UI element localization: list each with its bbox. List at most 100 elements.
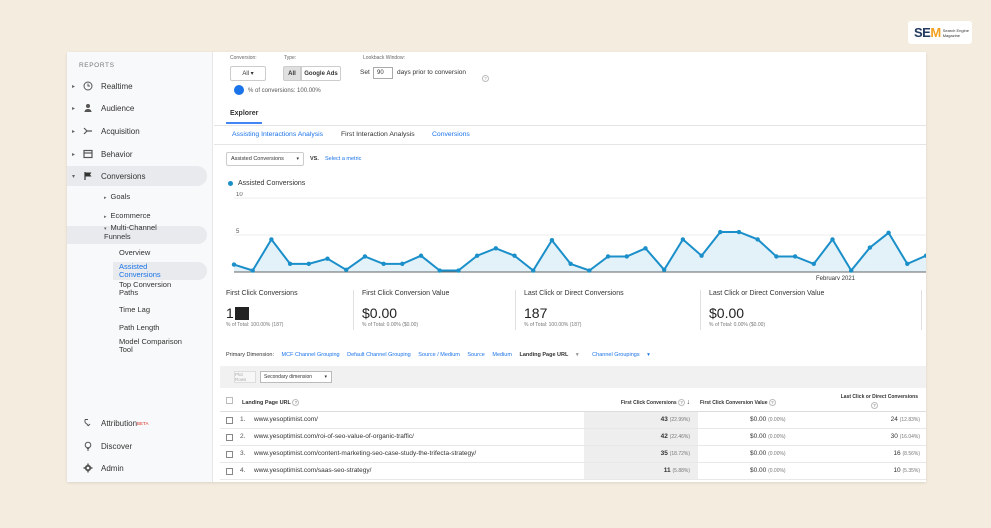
sidebar-sub-ecommerce[interactable]: ▸ Ecommerce xyxy=(104,211,151,220)
chart-svg: 10 5 February 2021 xyxy=(231,192,926,280)
data-point xyxy=(848,268,854,273)
table-row[interactable]: 2. www.yesoptimist.com/roi-of-seo-value-o… xyxy=(220,429,926,446)
sidebar-leaf-assisted[interactable]: Assisted Conversions xyxy=(119,263,187,279)
caret-down-icon: ▾ xyxy=(575,352,579,358)
sidebar-item-label: Conversions xyxy=(101,171,146,181)
select-all-checkbox[interactable] xyxy=(226,397,233,404)
row-first-value-pct: (0.00%) xyxy=(768,468,786,474)
header-first-click-value[interactable]: First Click Conversion Value ? xyxy=(700,399,776,406)
brand-tagline-2: Magazine xyxy=(942,32,961,38)
header-label: First Click Conversions xyxy=(620,400,677,406)
y-tick-label: 10 xyxy=(236,192,243,198)
type-google-ads-button[interactable]: Google Ads xyxy=(301,66,341,81)
channel-groupings-label: Channel Groupings xyxy=(592,352,640,358)
caret-down-icon: ▾ xyxy=(72,173,76,180)
scorecard-last-click-value[interactable]: Last Click or Direct Conversion Value $0… xyxy=(709,290,824,334)
sidebar-leaf-path-length[interactable]: Path Length xyxy=(119,324,159,332)
lookback-days-input[interactable]: 90 xyxy=(373,67,393,79)
sidebar-leaf-top-paths[interactable]: Top Conversion Paths xyxy=(119,281,189,297)
row-first-click-pct: (18.72%) xyxy=(669,451,690,457)
sidebar-item-conversions[interactable]: ▾ Conversions xyxy=(67,166,207,186)
header-last-click[interactable]: Last Click or Direct Conversions? xyxy=(808,393,924,411)
metric-dropdown[interactable]: Assisted Conversions ▾ xyxy=(226,152,304,166)
table-row[interactable]: 3. www.yesoptimist.com/content-marketing-… xyxy=(220,446,926,463)
sidebar-leaf-overview[interactable]: Overview xyxy=(119,249,150,257)
sidebar-sub-mcf[interactable]: ▾ Multi-Channel Funnels xyxy=(104,224,182,241)
card-separator xyxy=(700,290,701,330)
dimension-source-medium[interactable]: Source / Medium xyxy=(418,352,460,358)
row-checkbox[interactable] xyxy=(226,451,233,458)
scorecard-percent: % of Total: 100.00% (187) xyxy=(524,322,582,328)
scorecard-last-click[interactable]: Last Click or Direct Conversions 187 % o… xyxy=(524,290,624,334)
data-point xyxy=(792,254,798,259)
table-row[interactable]: 4. www.yesoptimist.com/saas-seo-strategy/… xyxy=(220,463,926,480)
sidebar-item-attribution[interactable]: Attribution BETA xyxy=(67,413,207,433)
sidebar-item-audience[interactable]: ▸ Audience xyxy=(67,98,207,118)
data-point xyxy=(381,261,386,267)
scorecard-first-click-value[interactable]: First Click Conversion Value $0.00 % of … xyxy=(362,290,449,334)
conversion-value: All xyxy=(242,70,249,77)
tab-explorer[interactable]: Explorer xyxy=(226,110,263,124)
sidebar-sub-label: Ecommerce xyxy=(110,211,151,220)
sidebar-item-label: Realtime xyxy=(101,81,133,91)
plot-rows-button[interactable]: Plot Rows xyxy=(234,371,256,383)
data-point xyxy=(287,261,293,267)
sidebar-leaf-model-tool[interactable]: Model Comparison Tool xyxy=(119,338,191,354)
table-toolbar: Plot Rows Secondary dimension ▾ xyxy=(220,366,926,388)
gear-icon xyxy=(82,462,94,474)
scorecard-percent: % of Total: 0.00% ($0.00) xyxy=(362,322,419,328)
row-url[interactable]: www.yesoptimist.com/roi-of-seo-value-of-… xyxy=(254,433,414,440)
data-point xyxy=(306,261,312,267)
data-point xyxy=(905,261,910,267)
header-label: Last Click or Direct Conversions xyxy=(840,394,918,400)
caret-down-icon: ▾ xyxy=(296,156,299,162)
row-url[interactable]: www.yesoptimist.com/content-marketing-se… xyxy=(254,450,476,457)
data-point xyxy=(643,246,648,251)
sidebar-item-label: Attribution xyxy=(101,418,138,428)
caret-down-icon: ▾ xyxy=(647,352,650,358)
caret-right-icon: ▸ xyxy=(104,214,107,220)
sidebar-sub-goals[interactable]: ▸ Goals xyxy=(104,192,130,201)
caret-down-icon: ▾ xyxy=(324,374,327,380)
dimension-default[interactable]: Default Channel Grouping xyxy=(347,352,411,358)
row-checkbox[interactable] xyxy=(226,434,233,441)
dimension-source[interactable]: Source xyxy=(467,352,484,358)
row-last-click-pct: (12.83%) xyxy=(899,417,920,423)
table-row[interactable]: 1. www.yesoptimist.com/ 43 (22.99%) $0.00… xyxy=(220,412,926,429)
subtab-assisting[interactable]: Assisting Interactions Analysis xyxy=(232,131,323,138)
sidebar-item-behavior[interactable]: ▸ Behavior xyxy=(67,144,207,164)
row-url[interactable]: www.yesoptimist.com/ xyxy=(254,416,318,423)
main-panel: Conversion: All ▾ Type: All Google Ads L… xyxy=(214,52,926,482)
scorecard-first-click[interactable]: First Click Conversions 1 % of Total: 10… xyxy=(226,290,298,334)
header-first-click[interactable]: First Click Conversions ? ↓ xyxy=(584,399,698,406)
row-first-click: 42 xyxy=(660,433,668,440)
select-metric-link[interactable]: Select a metric xyxy=(325,156,361,162)
row-first-value-pct: (0.00%) xyxy=(768,417,786,423)
subtab-first-interaction[interactable]: First Interaction Analysis xyxy=(341,131,415,138)
caret-right-icon: ▸ xyxy=(72,105,76,112)
type-all-button[interactable]: All xyxy=(283,66,301,81)
dimension-medium[interactable]: Medium xyxy=(492,352,512,358)
row-checkbox[interactable] xyxy=(226,468,233,475)
row-url[interactable]: www.yesoptimist.com/saas-seo-strategy/ xyxy=(254,467,371,474)
dimension-landing-page[interactable]: Landing Page URL ▾ xyxy=(519,352,584,358)
subtab-conversions[interactable]: Conversions xyxy=(432,131,470,138)
sidebar-item-realtime[interactable]: ▸ Realtime xyxy=(67,76,207,96)
row-first-value-pct: (0.00%) xyxy=(768,434,786,440)
dimension-selected-label: Landing Page URL xyxy=(519,352,569,358)
percent-conversions: % of conversions: 100.00% xyxy=(248,88,321,94)
scorecards: First Click Conversions 1 % of Total: 10… xyxy=(226,290,926,340)
secondary-dimension-dropdown[interactable]: Secondary dimension ▾ xyxy=(260,371,332,383)
conversion-dropdown[interactable]: All ▾ xyxy=(230,66,266,81)
scorecard-title: Last Click or Direct Conversion Value xyxy=(709,290,825,297)
row-index: 1. xyxy=(240,416,246,423)
sidebar-leaf-time-lag[interactable]: Time Lag xyxy=(119,306,150,314)
sidebar-item-discover[interactable]: Discover xyxy=(67,436,207,456)
dimension-mcf[interactable]: MCF Channel Grouping xyxy=(282,352,340,358)
row-checkbox[interactable] xyxy=(226,417,233,424)
header-landing-page[interactable]: Landing Page URL ? xyxy=(242,399,300,406)
channel-groupings-dropdown[interactable]: Channel Groupings ▾ xyxy=(592,352,656,358)
help-icon[interactable]: ? xyxy=(482,67,489,85)
sidebar-item-admin[interactable]: Admin xyxy=(67,458,207,478)
sidebar-item-acquisition[interactable]: ▸ Acquisition xyxy=(67,121,207,141)
